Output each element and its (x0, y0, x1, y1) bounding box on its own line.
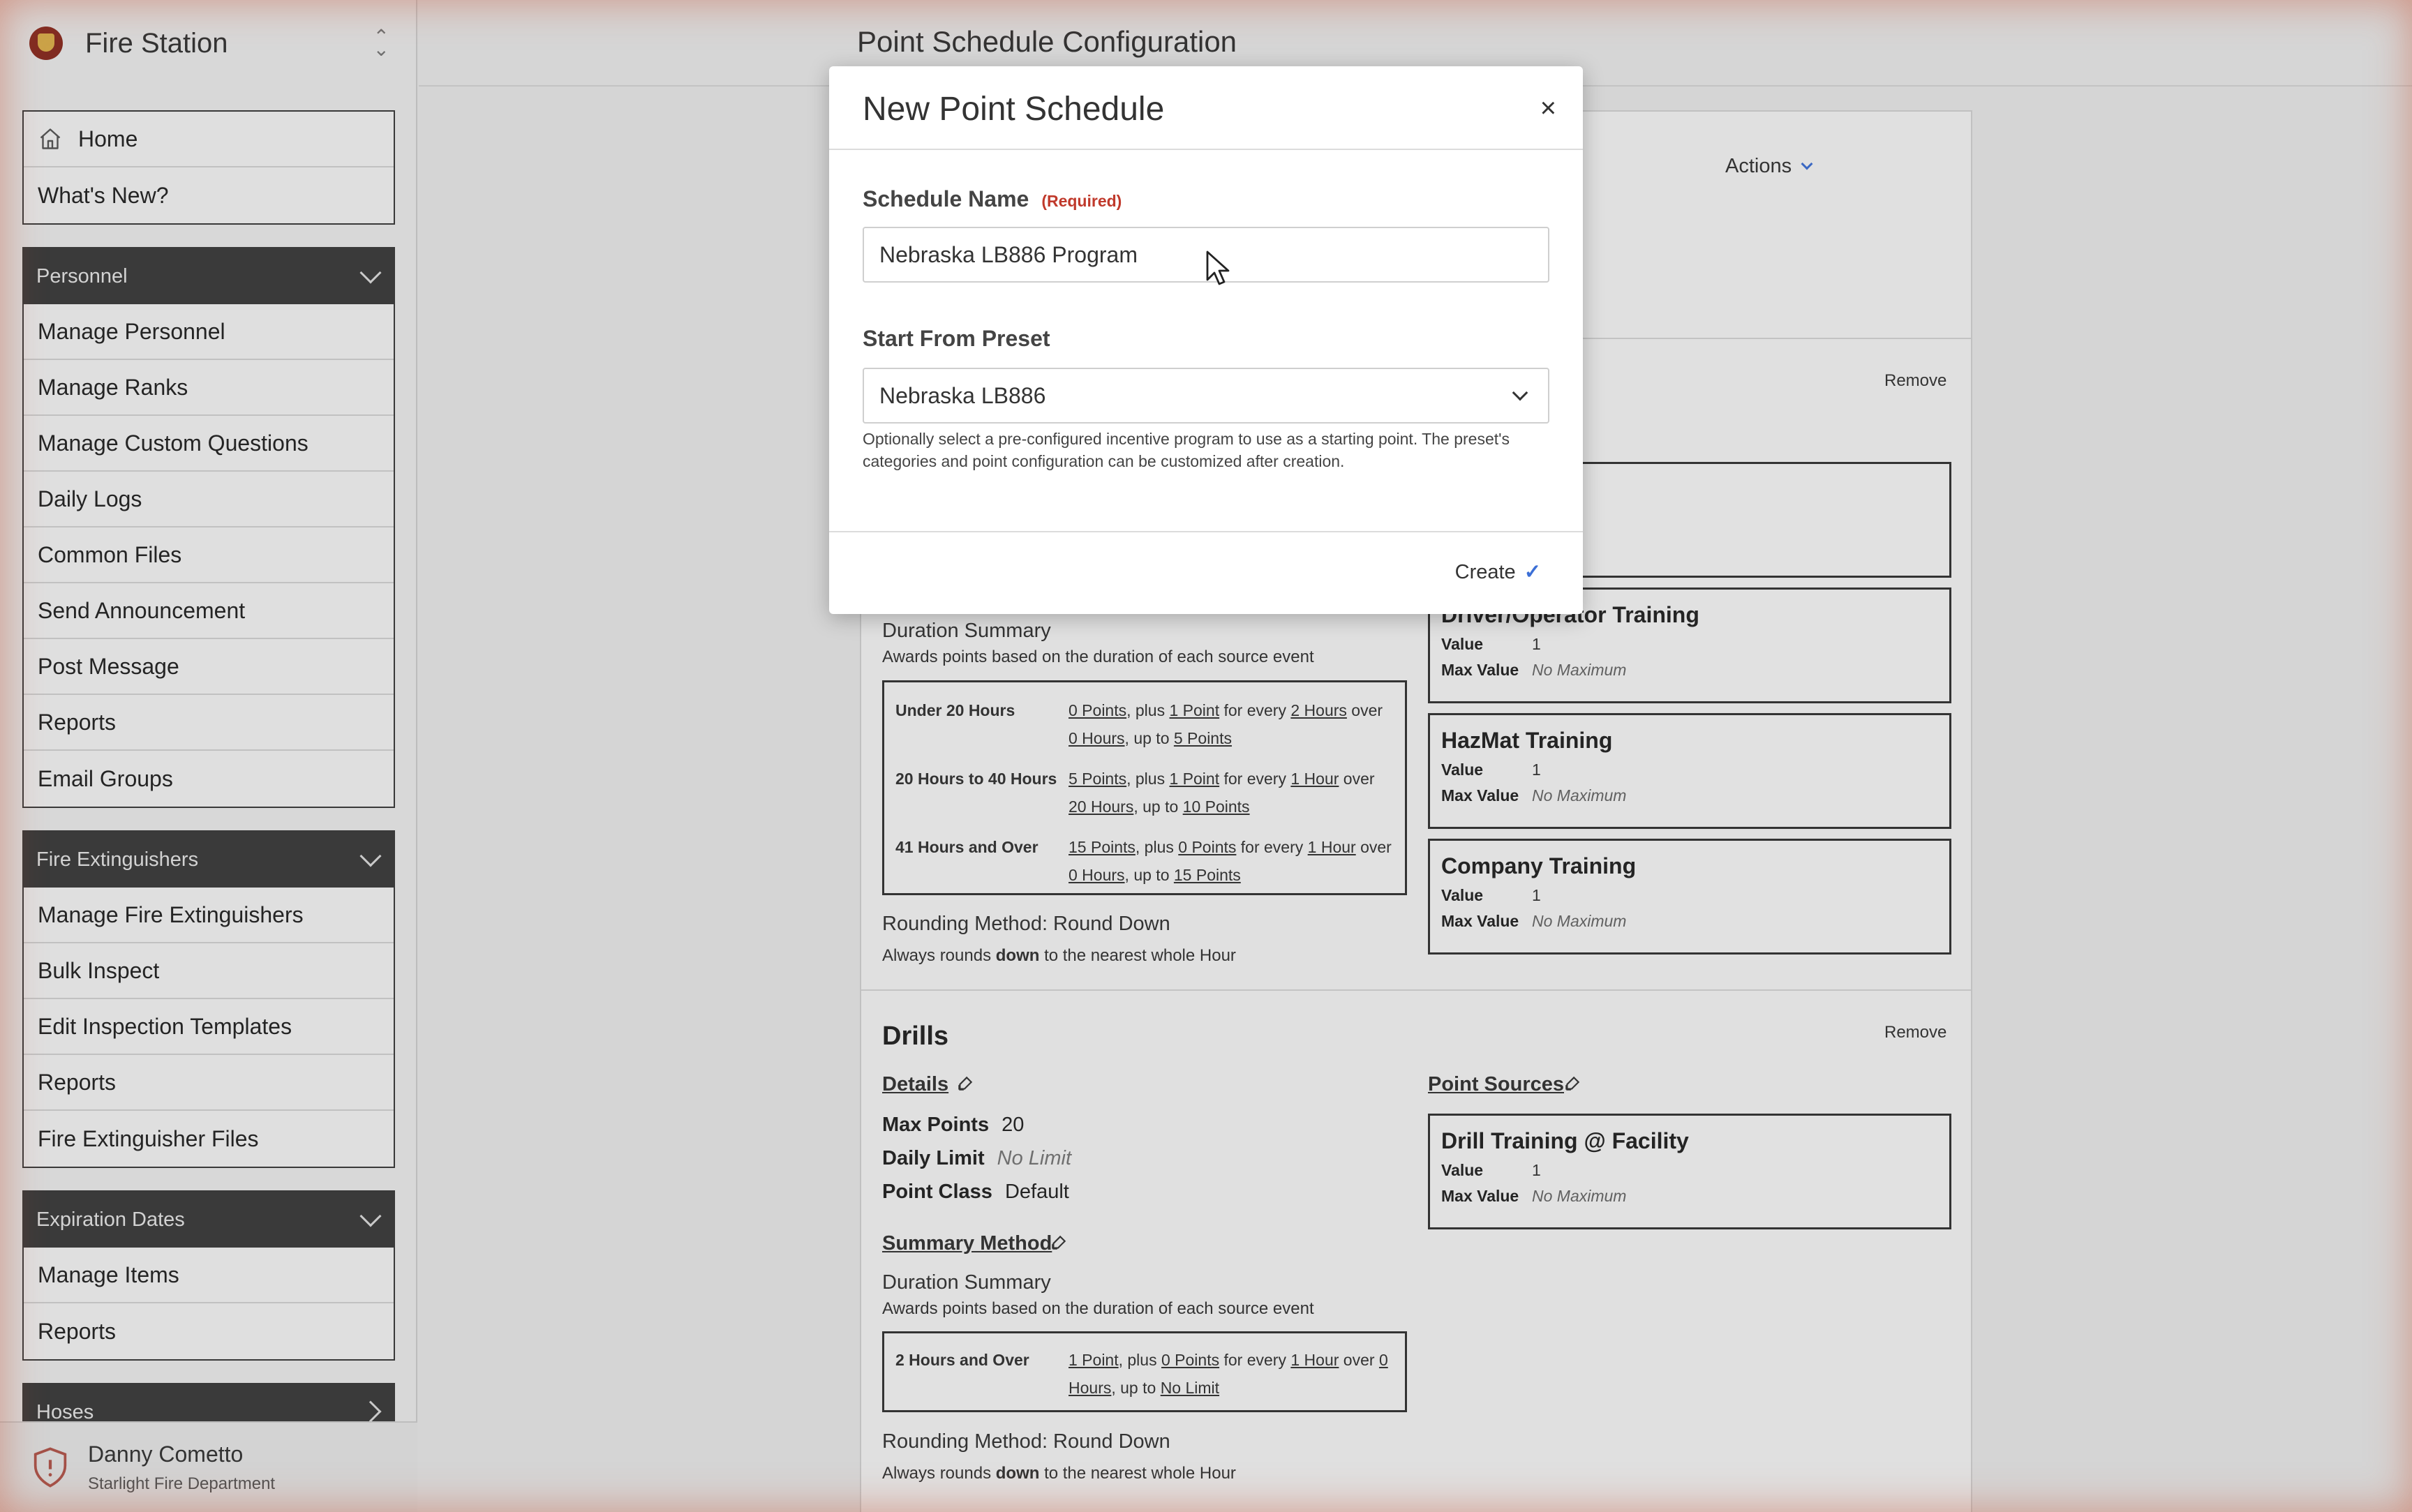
preset-help-text: Optionally select a pre-configured incen… (863, 430, 1510, 470)
create-button[interactable]: Create ✓ (1455, 560, 1541, 584)
preset-label: Start From Preset (863, 326, 1050, 351)
cursor-icon (1206, 250, 1230, 285)
schedule-name-label: Schedule Name (Required) (863, 186, 1122, 211)
chevron-down-icon (1512, 384, 1528, 401)
preset-select[interactable]: Nebraska LB886 (863, 368, 1549, 424)
modal-footer-divider (829, 531, 1583, 532)
new-point-schedule-dialog: New Point Schedule × Schedule Name (Requi… (829, 66, 1583, 614)
close-icon[interactable]: × (1540, 93, 1556, 124)
modal-title: New Point Schedule (863, 91, 1165, 128)
modal-header: New Point Schedule × (829, 66, 1583, 150)
preset-selected-value: Nebraska LB886 (879, 382, 1046, 408)
check-icon: ✓ (1524, 561, 1541, 583)
required-indicator: (Required) (1041, 192, 1122, 210)
